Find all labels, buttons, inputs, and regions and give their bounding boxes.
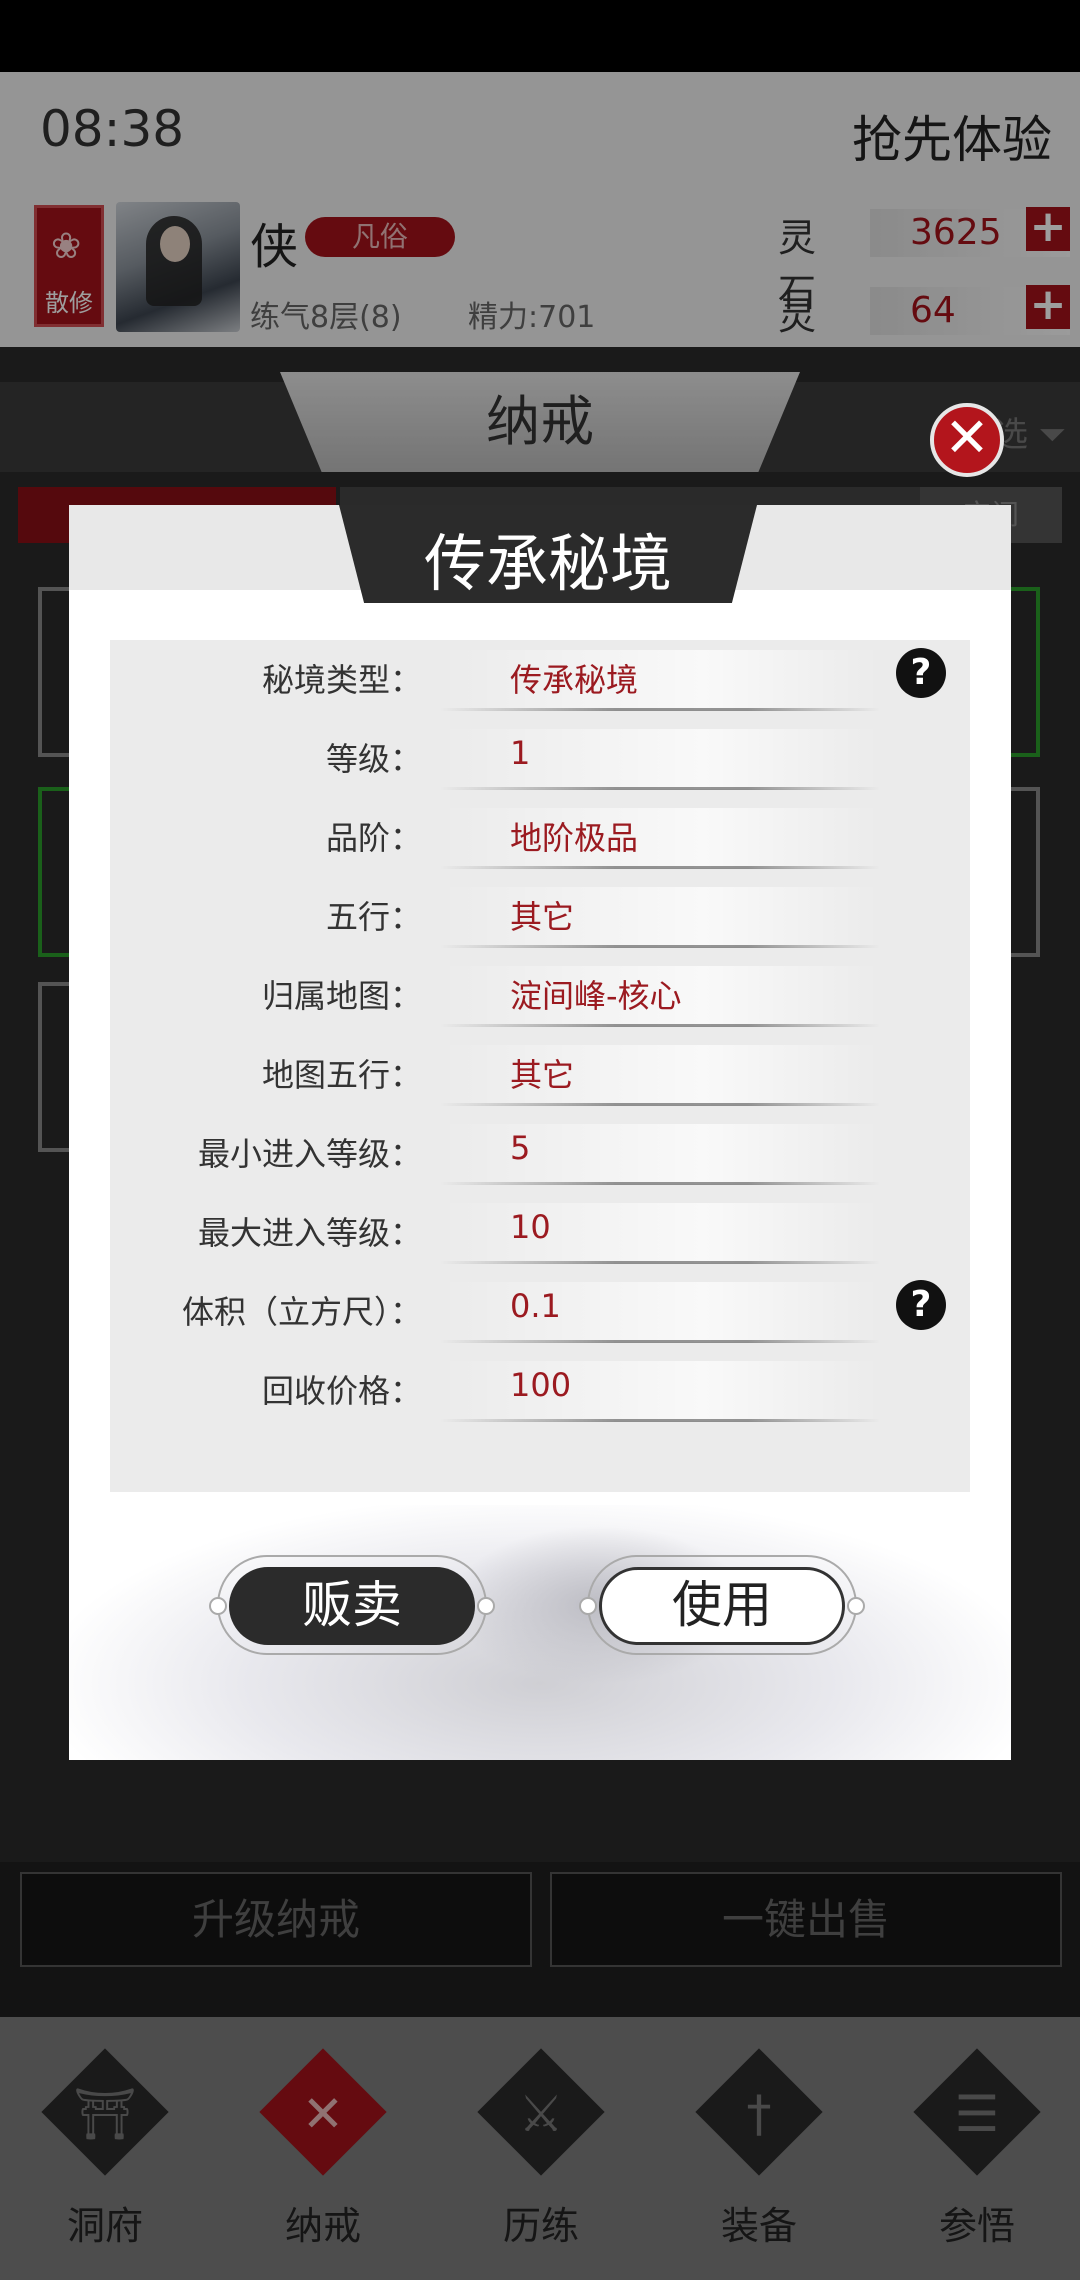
frame-knob	[209, 1597, 227, 1615]
info-key: 地图五行：	[261, 1056, 422, 1094]
info-row-max-level: 最大进入等级： 10	[110, 1193, 970, 1272]
sell-button[interactable]: 贩卖	[229, 1567, 475, 1645]
info-value: 传承秘境	[510, 661, 639, 699]
info-value: 0.1	[510, 1287, 561, 1325]
row-divider	[440, 787, 880, 790]
info-key: 归属地图：	[261, 977, 422, 1015]
row-glow	[440, 650, 880, 710]
info-value: 其它	[510, 898, 575, 936]
info-row-realm-type: 秘境类型： 传承秘境 ?	[110, 640, 970, 719]
info-key: 品阶：	[325, 819, 422, 857]
info-key: 体积（立方尺）：	[181, 1293, 422, 1331]
row-glow	[440, 1361, 880, 1421]
info-row-level: 等级： 1	[110, 719, 970, 798]
item-detail-dialog: 传承秘境 秘境类型： 传承秘境 ? 等级： 1 品阶： 地阶极品 五行： 其它	[69, 505, 1011, 1760]
help-icon[interactable]: ?	[896, 1280, 946, 1330]
info-row-map-element: 地图五行： 其它	[110, 1035, 970, 1114]
item-info-panel: 秘境类型： 传承秘境 ? 等级： 1 品阶： 地阶极品 五行： 其它 归属地图：…	[110, 640, 970, 1492]
row-divider	[440, 945, 880, 948]
row-divider	[440, 1261, 880, 1264]
row-divider	[440, 708, 880, 711]
info-value: 地阶极品	[510, 819, 639, 857]
info-value: 其它	[510, 1056, 575, 1094]
frame-knob	[477, 1597, 495, 1615]
row-divider	[440, 1419, 880, 1422]
info-value: 10	[510, 1208, 551, 1246]
info-row-min-level: 最小进入等级： 5	[110, 1114, 970, 1193]
row-glow	[440, 1045, 880, 1105]
frame-knob	[847, 1597, 865, 1615]
use-button[interactable]: 使用	[599, 1567, 845, 1645]
info-key: 等级：	[325, 740, 422, 778]
help-icon[interactable]: ?	[896, 648, 946, 698]
info-row-map: 归属地图： 淀间峰-核心	[110, 956, 970, 1035]
info-row-volume: 体积（立方尺）： 0.1 ?	[110, 1272, 970, 1351]
info-value: 淀间峰-核心	[510, 977, 682, 1015]
info-row-element: 五行： 其它	[110, 877, 970, 956]
status-bar	[0, 0, 1080, 72]
close-icon[interactable]: ✕	[930, 403, 1004, 477]
use-button-frame: 使用	[579, 1555, 865, 1655]
row-glow	[440, 1203, 880, 1263]
row-divider	[440, 1103, 880, 1106]
info-key: 回收价格：	[261, 1372, 422, 1410]
row-glow	[440, 1282, 880, 1342]
info-key: 最大进入等级：	[197, 1214, 422, 1252]
info-value: 1	[510, 734, 531, 772]
frame-knob	[579, 1597, 597, 1615]
info-key: 秘境类型：	[261, 661, 422, 699]
info-key: 五行：	[325, 898, 422, 936]
row-divider	[440, 1024, 880, 1027]
row-divider	[440, 1182, 880, 1185]
dialog-title: 传承秘境	[423, 527, 672, 600]
info-value: 100	[510, 1366, 572, 1404]
sell-button-frame: 贩卖	[209, 1555, 495, 1655]
row-glow	[440, 1124, 880, 1184]
row-divider	[440, 866, 880, 869]
info-value: 5	[510, 1129, 531, 1167]
info-row-recycle-price: 回收价格： 100	[110, 1351, 970, 1430]
info-row-grade: 品阶： 地阶极品	[110, 798, 970, 877]
row-glow	[440, 729, 880, 789]
row-glow	[440, 808, 880, 868]
row-glow	[440, 887, 880, 947]
info-key: 最小进入等级：	[197, 1135, 422, 1173]
row-divider	[440, 1340, 880, 1343]
